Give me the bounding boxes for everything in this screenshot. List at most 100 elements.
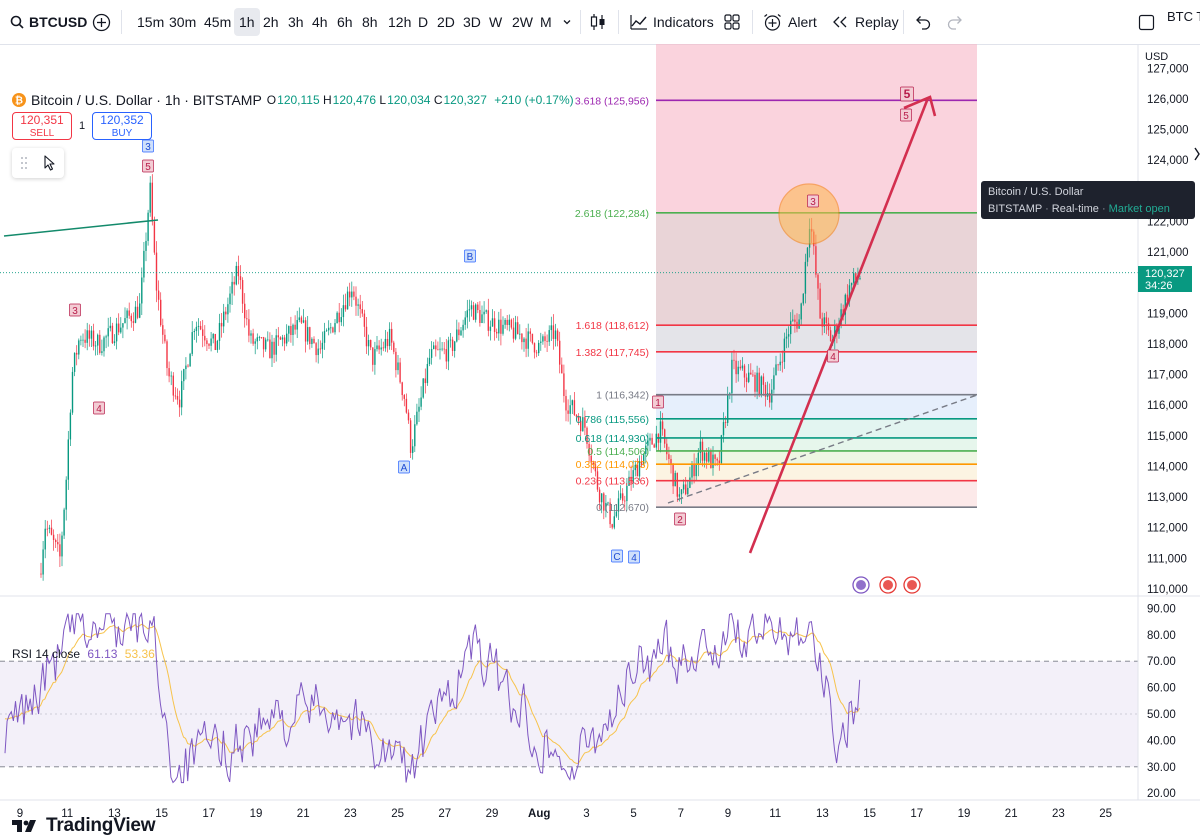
bar-countdown-label: 34:26 [1145, 280, 1173, 292]
rsi-pane [0, 595, 1200, 784]
interval-3d[interactable]: 3D [458, 8, 486, 36]
candle-body [229, 293, 231, 305]
candle-body [48, 527, 51, 529]
interval-12h[interactable]: 12h [383, 8, 416, 36]
symbol-search[interactable]: BTCUSD [10, 8, 87, 36]
interval-45m[interactable]: 45m [199, 8, 236, 36]
candle-body [689, 477, 691, 488]
drag-handle-icon[interactable] [20, 156, 28, 170]
open-label: O [266, 93, 277, 107]
price-tick-label: 117,000 [1147, 370, 1188, 382]
replay-button[interactable]: Replay [831, 8, 899, 36]
wave-label-4: 4 [827, 349, 839, 363]
candle-body [367, 340, 370, 347]
wave-label-b-text: B [467, 252, 474, 263]
interval-30m[interactable]: 30m [164, 8, 201, 36]
right-panel-tab[interactable]: BTC T [1138, 8, 1200, 36]
interval-6h[interactable]: 6h [332, 8, 358, 36]
time-tick-label: 27 [438, 808, 451, 820]
candle-body [743, 365, 746, 378]
currency-label[interactable]: USD [1145, 51, 1168, 63]
candle-body [483, 311, 485, 315]
candle-body [288, 326, 290, 334]
highlight-circle [778, 183, 840, 245]
candle-body [546, 340, 548, 342]
candle-body [244, 303, 246, 319]
candle-body [120, 327, 122, 333]
tooltip-name: Bitcoin / U.S. Dollar [988, 186, 1084, 198]
chart-canvas[interactable]: 3.618 (125,956) 2.618 (122,284) 1.618 (118… [0, 38, 1200, 825]
candle-body [521, 333, 523, 343]
indicators-icon [630, 15, 647, 30]
candle-body [525, 338, 527, 349]
interval-2w[interactable]: 2W [507, 8, 538, 36]
sell-button[interactable]: 120,351 SELL [12, 112, 72, 140]
alert-label: Alert [788, 14, 817, 30]
wave-label-a: A [398, 460, 410, 474]
candle-body [493, 318, 496, 332]
cursor-arrow-icon[interactable] [43, 155, 57, 171]
candle-body [325, 330, 328, 332]
economic-event-icon-dot [856, 580, 866, 590]
candle-body [63, 509, 65, 536]
candle-body [71, 371, 74, 413]
candle-body [218, 322, 221, 341]
candle-body [101, 351, 103, 353]
candle-body [401, 382, 403, 396]
rsi-tick-label: 60.00 [1147, 683, 1176, 695]
candle-body [454, 341, 456, 351]
candle-body [613, 516, 615, 528]
candle-body [441, 348, 443, 350]
candle-body [619, 493, 622, 499]
candle-body [237, 265, 240, 277]
candle-body [718, 460, 720, 464]
wave-label-5-small: 5 [900, 108, 912, 122]
candle-body [359, 304, 361, 310]
candle-body [790, 320, 792, 335]
candle-body [794, 319, 796, 322]
panel-caret-icon [1194, 147, 1200, 161]
interval-1h[interactable]: 1h [234, 8, 260, 36]
interval-d[interactable]: D [413, 8, 433, 36]
candle-body [741, 365, 744, 369]
redo-button[interactable] [946, 8, 964, 36]
candle-body [151, 182, 153, 222]
interval-3h[interactable]: 3h [283, 8, 309, 36]
interval-4h[interactable]: 4h [307, 8, 333, 36]
time-tick-label: 19 [250, 808, 263, 820]
buy-button[interactable]: 120,352 BUY [92, 112, 152, 140]
candle-body [113, 341, 116, 344]
candle-body [46, 528, 48, 530]
interval-2h[interactable]: 2h [258, 8, 284, 36]
tradingview-logo-icon [12, 820, 36, 832]
interval-m[interactable]: M [535, 8, 557, 36]
interval-2d[interactable]: 2D [432, 8, 460, 36]
interval-dropdown-button[interactable] [562, 8, 572, 36]
candle-body [567, 410, 569, 414]
wave-label-4-left: 4 [93, 401, 105, 415]
indicators-button[interactable]: Indicators [629, 8, 714, 36]
rsi-ma-value: 53.36 [124, 647, 155, 661]
alert-button[interactable]: Alert [763, 8, 817, 36]
candle-body [569, 405, 571, 414]
chart-type-button[interactable] [588, 8, 608, 36]
replay-label: Replay [855, 14, 899, 30]
candles-icon [590, 14, 605, 30]
fib-level-label: 0.382 (114,073) [576, 459, 649, 471]
economic-event-icon [852, 576, 870, 594]
price-tick-label: 111,000 [1147, 553, 1187, 565]
candle-body [737, 366, 739, 375]
undo-button[interactable] [914, 8, 932, 36]
compare-symbol-button[interactable] [92, 8, 111, 36]
layouts-button[interactable] [723, 8, 741, 36]
chart-pane[interactable]: 3.618 (125,956) 2.618 (122,284) 1.618 (118… [0, 38, 1200, 836]
interval-w[interactable]: W [484, 8, 507, 36]
us-flag-event-icon [903, 576, 921, 594]
candle-body [443, 348, 445, 350]
candle-body [94, 345, 97, 347]
candle-body [798, 319, 800, 329]
interval-8h[interactable]: 8h [357, 8, 383, 36]
time-tick-label: 23 [344, 808, 357, 820]
candle-body [44, 528, 46, 550]
time-tick-label: 5 [630, 808, 636, 820]
